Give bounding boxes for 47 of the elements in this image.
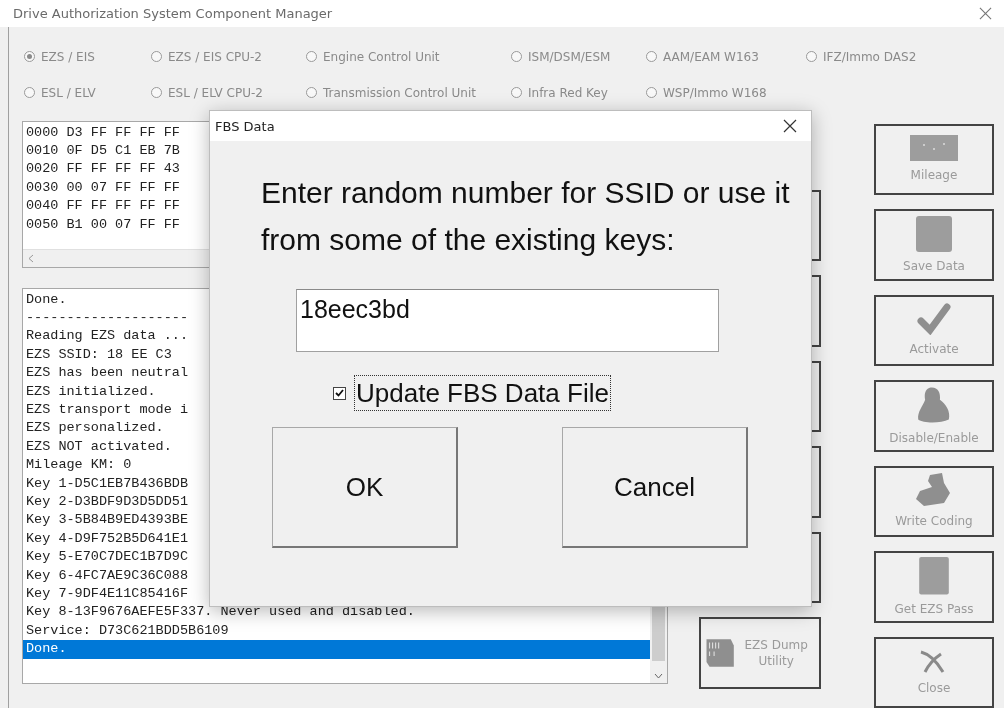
radio-label: Engine Control Unit <box>323 49 440 64</box>
radio-label: AAM/EAM W163 <box>663 49 759 64</box>
hex-line: 0030 00 07 FF FF FF <box>25 178 180 197</box>
hex-line: 0010 0F D5 C1 EB 7B <box>25 141 180 160</box>
log-line[interactable]: Done. <box>23 290 67 309</box>
radio-label: ISM/DSM/ESM <box>528 49 611 64</box>
ssid-input[interactable]: 18eec3bd <box>296 289 719 352</box>
log-line[interactable]: EZS transport mode i <box>23 400 189 420</box>
window-title: Drive Authorization System Component Manager <box>13 5 333 21</box>
log-line[interactable]: Mileage KM: 0 <box>23 456 132 475</box>
log-line[interactable]: Key 4-D9F752B5D641E1 <box>23 529 189 549</box>
close-icon[interactable] <box>783 119 797 133</box>
log-line[interactable]: -------------------- <box>23 308 189 328</box>
log-line[interactable]: Key 3-5B84B9ED4393BE <box>23 511 189 530</box>
radio-label: Infra Red Key <box>528 85 608 100</box>
radio-label: EZS / EIS <box>41 49 95 64</box>
check-icon <box>917 303 951 336</box>
log-line[interactable]: Key 1-D5C1EB7B436BDB <box>23 474 189 493</box>
log-line[interactable]: EZS initialized. <box>23 382 156 401</box>
dialog-button[interactable]: Cancel <box>562 427 748 548</box>
log-line[interactable]: Reading EZS data ... <box>23 327 189 346</box>
radio-label: ESL / ELV CPU-2 <box>168 85 263 100</box>
log-line[interactable]: EZS has been neutral <box>23 364 189 383</box>
hex-line: 0050 B1 00 07 FF FF <box>25 215 180 234</box>
log-line[interactable]: Key 2-D3BDF9D3D5DD51 <box>23 492 189 512</box>
dialog-button[interactable]: OK <box>272 427 458 548</box>
log-line[interactable]: Key 5-E70C7DEC1B7D9C <box>23 548 189 567</box>
log-line[interactable]: Key 7-9DF4E11C85416F <box>23 585 189 604</box>
hex-line: 0000 D3 FF FF FF FF <box>25 123 180 142</box>
card-icon <box>919 557 949 595</box>
log-line[interactable]: EZS personalized. <box>23 419 164 438</box>
log-line[interactable]: Key 6-4FC7AE9C36C088 <box>23 566 189 585</box>
radio-label: IFZ/Immo DAS2 <box>823 49 917 64</box>
counter-icon <box>910 135 958 162</box>
radio-label: ESL / ELV <box>41 85 96 100</box>
checkbox[interactable] <box>333 386 346 400</box>
radio-label: Transmission Control Unit <box>323 85 476 100</box>
prompt-text: Enter random number for SSID or use it from some of the existing keys: <box>261 175 791 258</box>
checkbox-label[interactable]: Update FBS Data File <box>354 375 611 411</box>
hex-line: 0040 FF FF FF FF FF <box>25 197 180 216</box>
radio-label: WSP/Immo W168 <box>663 85 767 100</box>
log-line[interactable]: Service: D73C621BDD5B6109 <box>23 621 229 641</box>
hex-line: 0020 FF FF FF FF 43 <box>25 160 180 179</box>
dialog-title: FBS Data <box>215 118 275 134</box>
log-line[interactable]: EZS NOT activated. <box>23 437 172 457</box>
log-line[interactable]: EZS SSID: 18 EE C3 <box>23 345 172 365</box>
radio-label: EZS / EIS CPU-2 <box>168 49 262 64</box>
